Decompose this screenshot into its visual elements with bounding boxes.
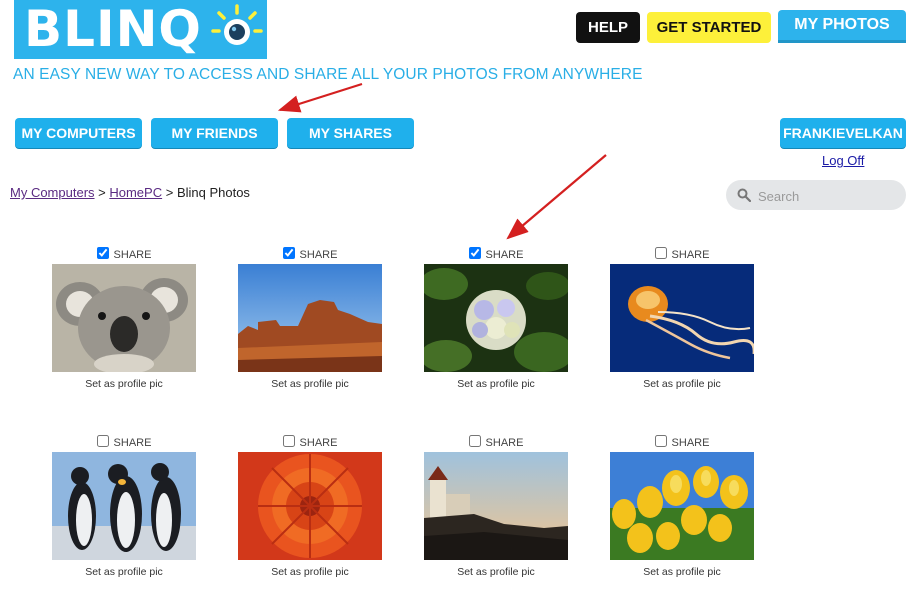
camera-aperture-icon <box>211 4 263 45</box>
search-input[interactable] <box>756 185 900 207</box>
breadcrumb-homepc[interactable]: HomePC <box>109 185 162 200</box>
logo-text: BLINQ <box>24 0 202 58</box>
my-computers-button[interactable]: MY COMPUTERS <box>15 118 142 148</box>
set-profile-pic-link[interactable]: Set as profile pic <box>424 566 568 578</box>
photo-thumbnail[interactable] <box>424 264 568 372</box>
search-icon <box>737 188 751 202</box>
get-started-button[interactable]: GET STARTED <box>647 12 771 43</box>
share-option[interactable]: SHARE <box>610 247 754 261</box>
koala-photo <box>52 264 196 372</box>
set-profile-pic-link[interactable]: Set as profile pic <box>610 378 754 390</box>
set-profile-pic-link[interactable]: Set as profile pic <box>238 378 382 390</box>
my-photos-tab[interactable]: MY PHOTOS <box>778 10 906 43</box>
photo-thumbnail[interactable] <box>238 452 382 560</box>
my-friends-button[interactable]: MY FRIENDS <box>151 118 278 148</box>
annotation-arrow <box>277 82 363 113</box>
share-checkbox[interactable] <box>96 435 109 447</box>
share-label: SHARE <box>485 249 524 261</box>
share-checkbox[interactable] <box>468 247 481 259</box>
hydrangeas-photo <box>424 264 568 372</box>
lighthouse-photo <box>424 452 568 560</box>
annotation-arrow <box>506 154 607 240</box>
share-checkbox[interactable] <box>96 247 109 259</box>
photo-thumbnail[interactable] <box>52 452 196 560</box>
tulips-photo <box>610 452 754 560</box>
search-box[interactable] <box>726 180 906 210</box>
share-option[interactable]: SHARE <box>238 435 382 449</box>
log-off-link[interactable]: Log Off <box>822 153 864 168</box>
share-checkbox[interactable] <box>282 247 295 259</box>
set-profile-pic-link[interactable]: Set as profile pic <box>424 378 568 390</box>
share-label: SHARE <box>671 249 710 261</box>
chrysanthemum-photo <box>238 452 382 560</box>
set-profile-pic-link[interactable]: Set as profile pic <box>52 378 196 390</box>
photo-thumbnail[interactable] <box>424 452 568 560</box>
photo-thumbnail[interactable] <box>610 452 754 560</box>
share-option[interactable]: SHARE <box>610 435 754 449</box>
my-shares-button[interactable]: MY SHARES <box>287 118 414 148</box>
share-label: SHARE <box>113 437 152 449</box>
breadcrumb: My Computers > HomePC > Blinq Photos <box>10 185 250 200</box>
share-label: SHARE <box>671 437 710 449</box>
desert-photo <box>238 264 382 372</box>
share-option[interactable]: SHARE <box>424 247 568 261</box>
set-profile-pic-link[interactable]: Set as profile pic <box>610 566 754 578</box>
breadcrumb-my-computers[interactable]: My Computers <box>10 185 95 200</box>
share-label: SHARE <box>485 437 524 449</box>
share-checkbox[interactable] <box>468 435 481 447</box>
share-checkbox[interactable] <box>654 247 667 259</box>
share-option[interactable]: SHARE <box>424 435 568 449</box>
share-option[interactable]: SHARE <box>52 247 196 261</box>
breadcrumb-separator: > <box>94 185 110 200</box>
share-label: SHARE <box>299 249 338 261</box>
set-profile-pic-link[interactable]: Set as profile pic <box>238 566 382 578</box>
help-button[interactable]: HELP <box>576 12 640 43</box>
jellyfish-photo <box>610 264 754 372</box>
share-label: SHARE <box>113 249 152 261</box>
penguins-photo <box>52 452 196 560</box>
share-option[interactable]: SHARE <box>238 247 382 261</box>
blinq-logo[interactable]: BLINQ <box>14 0 267 59</box>
share-checkbox[interactable] <box>654 435 667 447</box>
photo-thumbnail[interactable] <box>238 264 382 372</box>
photo-thumbnail[interactable] <box>52 264 196 372</box>
user-account-button[interactable]: FRANKIEVELKAN <box>780 118 906 148</box>
breadcrumb-separator: > <box>162 185 177 200</box>
tagline: AN EASY NEW WAY TO ACCESS AND SHARE ALL … <box>13 66 643 83</box>
breadcrumb-current: Blinq Photos <box>176 185 250 200</box>
share-option[interactable]: SHARE <box>52 435 196 449</box>
share-checkbox[interactable] <box>282 435 295 447</box>
share-label: SHARE <box>299 437 338 449</box>
set-profile-pic-link[interactable]: Set as profile pic <box>52 566 196 578</box>
photo-thumbnail[interactable] <box>610 264 754 372</box>
